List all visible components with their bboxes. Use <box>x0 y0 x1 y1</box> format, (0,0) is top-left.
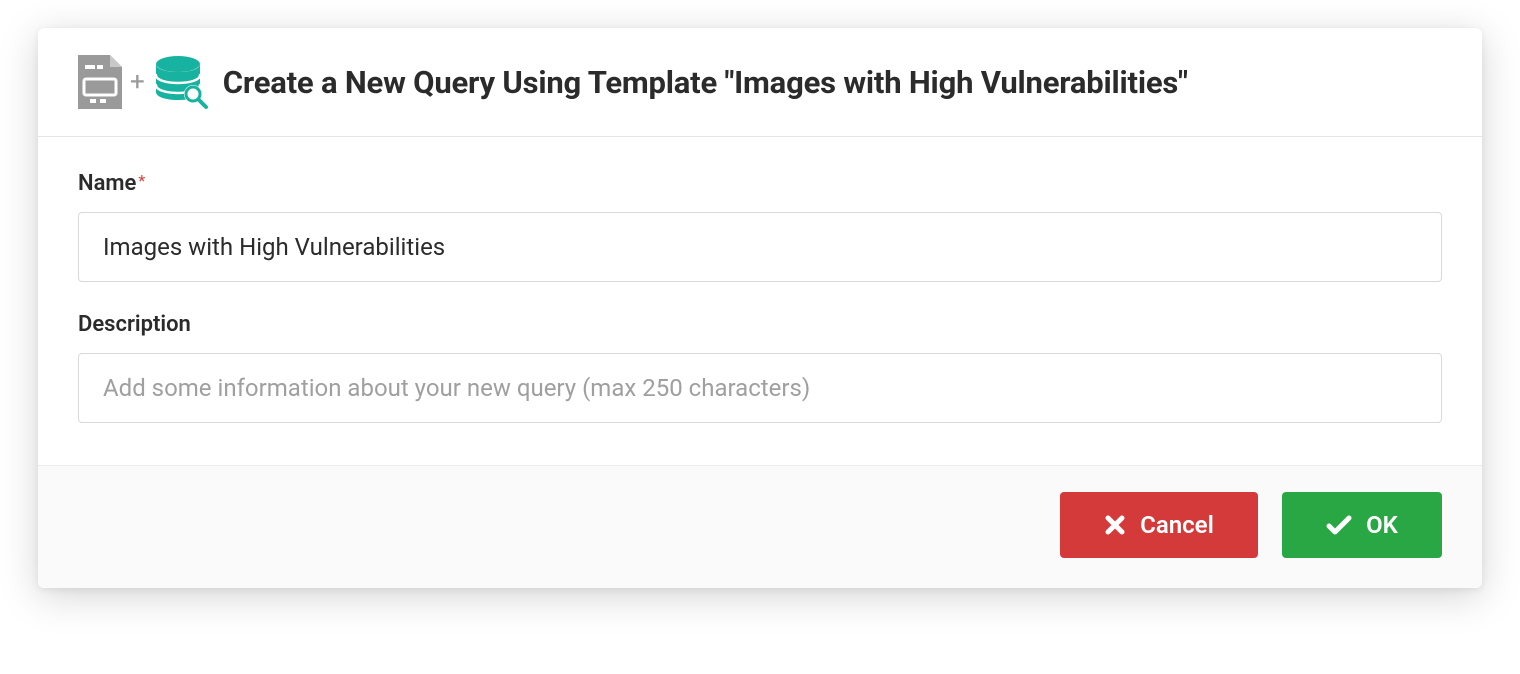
database-search-icon <box>153 54 209 110</box>
cancel-button[interactable]: Cancel <box>1060 492 1258 558</box>
dialog-footer: Cancel OK <box>38 465 1482 588</box>
plus-icon: + <box>130 69 145 95</box>
required-marker: * <box>138 171 145 190</box>
close-icon <box>1104 514 1126 536</box>
cancel-button-label: Cancel <box>1140 511 1214 539</box>
ok-button-label: OK <box>1366 511 1398 539</box>
dialog-title: Create a New Query Using Template "Image… <box>223 64 1188 101</box>
name-input[interactable] <box>78 212 1442 282</box>
form-row-name: Name* <box>78 171 1442 282</box>
dialog-body: Name* Description <box>38 137 1482 465</box>
check-icon <box>1326 514 1352 536</box>
name-label: Name <box>78 171 136 196</box>
header-icon-cluster: + <box>78 54 209 110</box>
description-input[interactable] <box>78 353 1442 423</box>
description-label: Description <box>78 312 191 337</box>
dialog-header: + Create a New Query Using Template "Ima… <box>38 28 1482 137</box>
form-row-description: Description <box>78 312 1442 423</box>
template-file-icon <box>78 55 122 109</box>
create-query-dialog: + Create a New Query Using Template "Ima… <box>38 28 1482 588</box>
ok-button[interactable]: OK <box>1282 492 1442 558</box>
